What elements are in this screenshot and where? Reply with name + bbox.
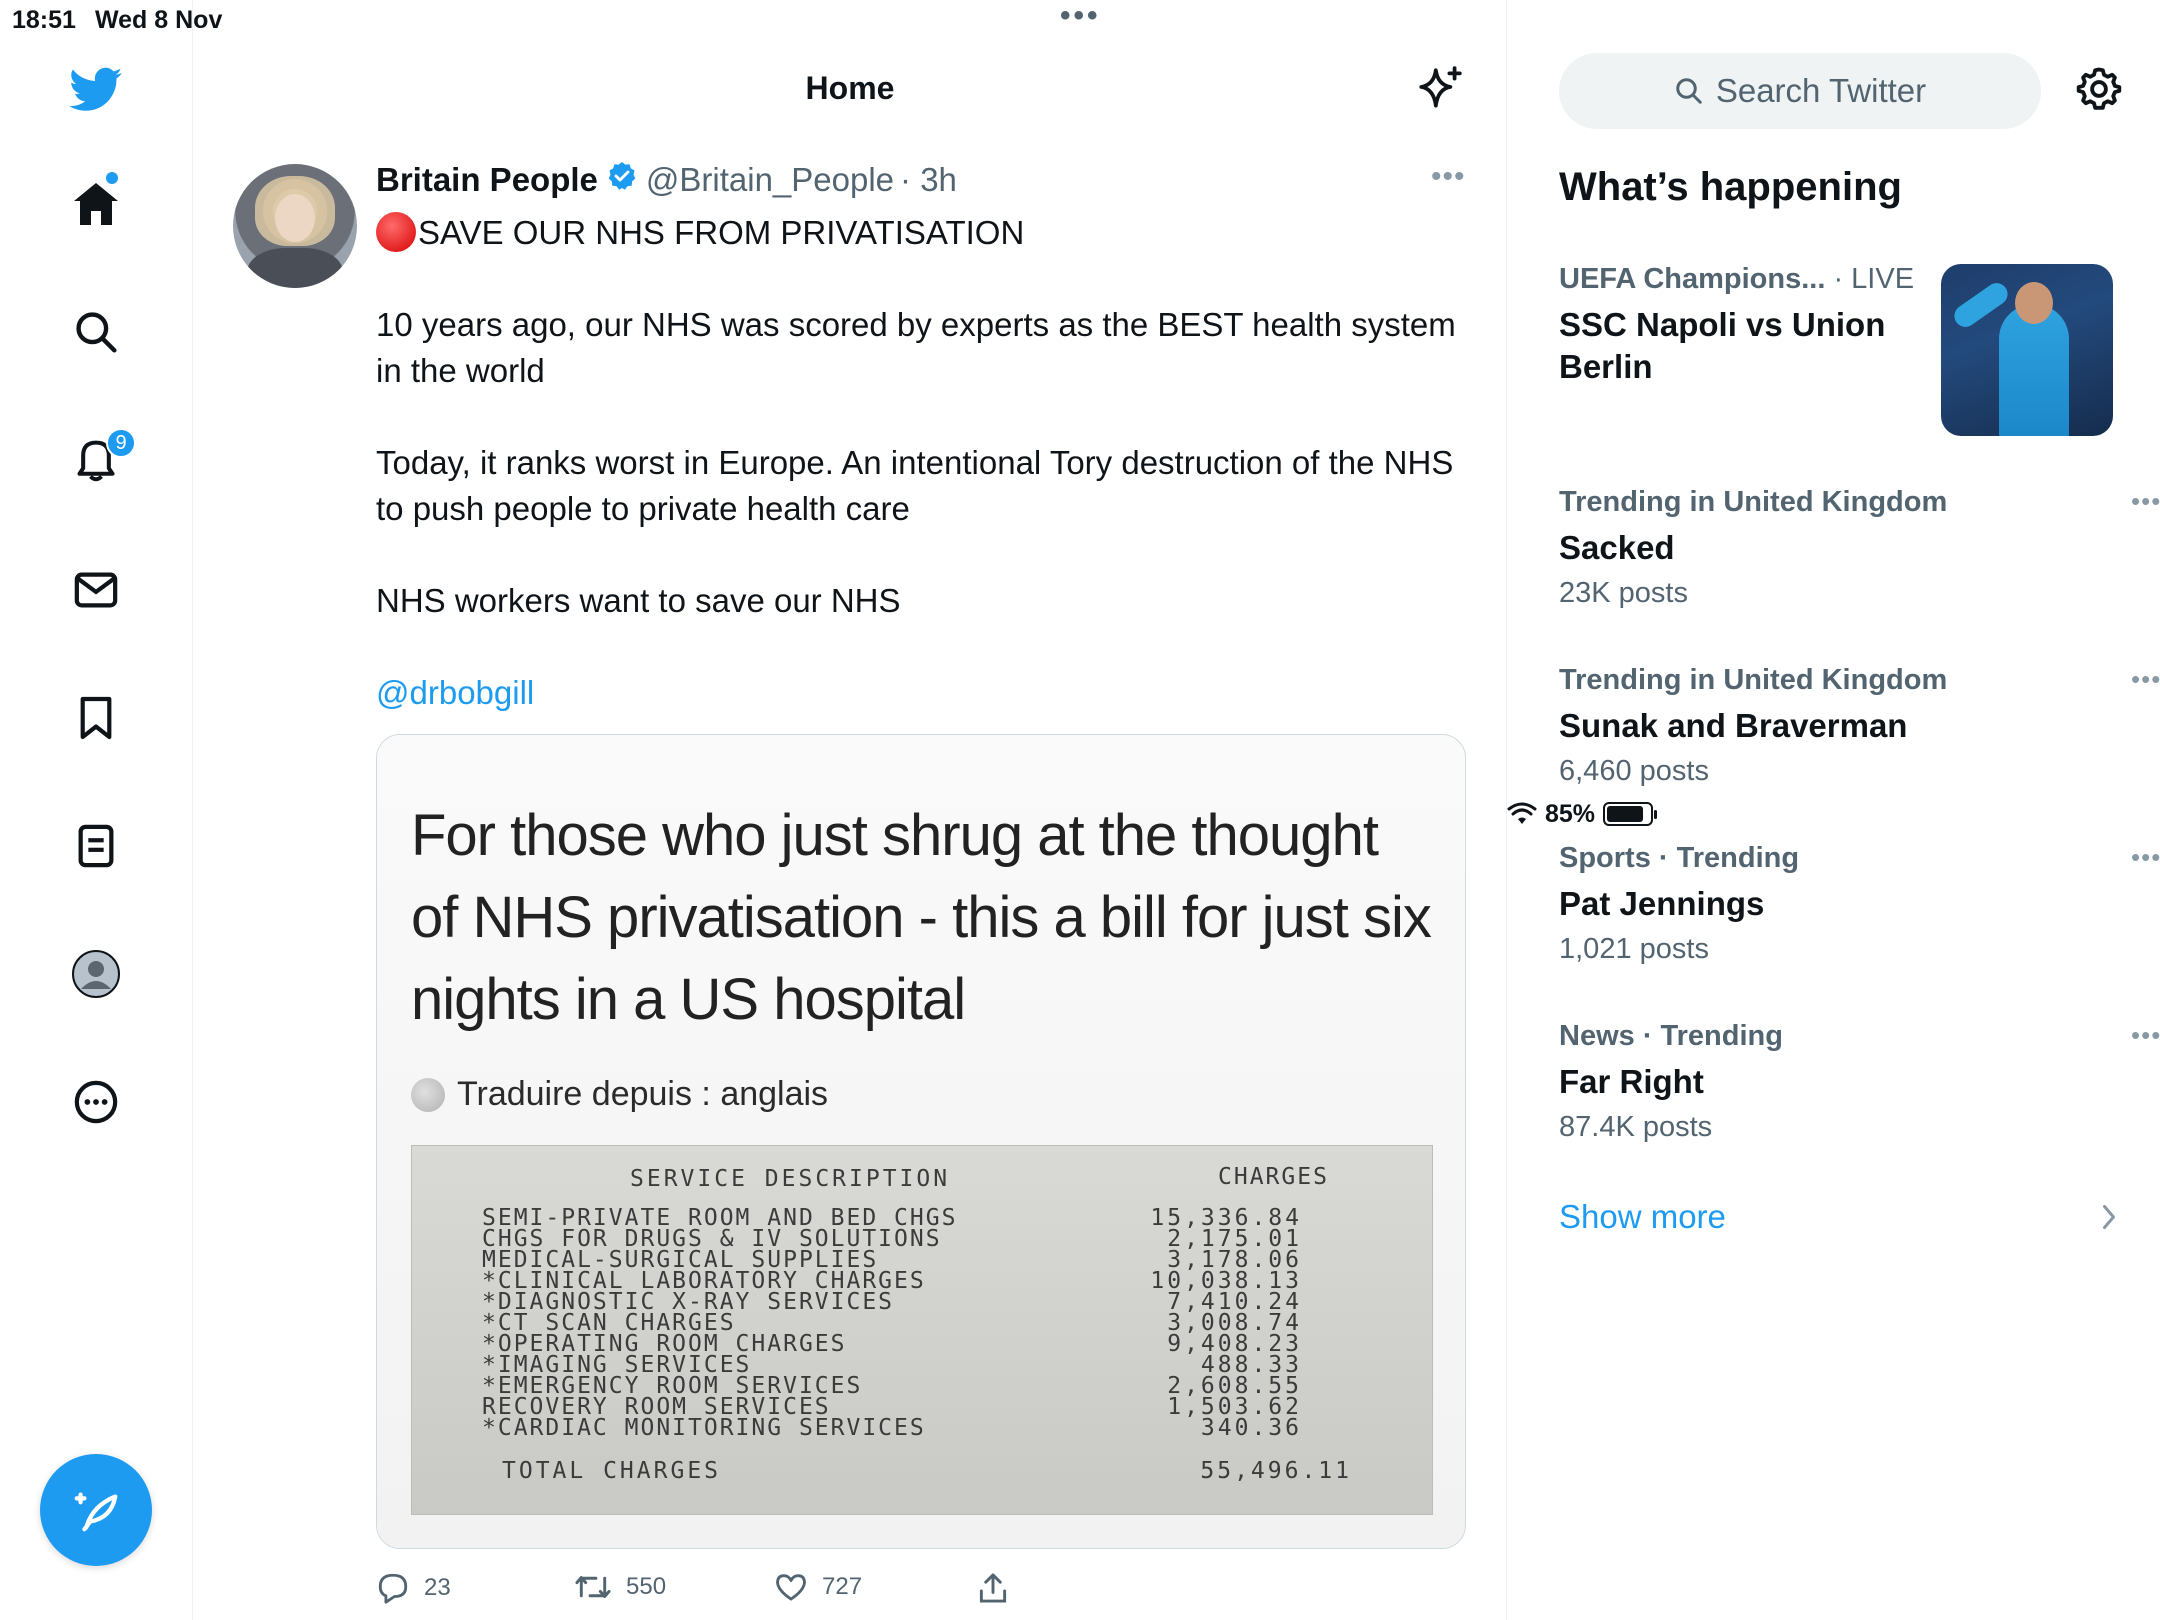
trend-count: 6,460 posts <box>1559 755 1709 787</box>
media-translate-text: Traduire depuis : anglais <box>457 1075 829 1113</box>
trend-item[interactable]: News · Trending Far Right 87.4K posts ••… <box>1559 1020 2160 1144</box>
verified-badge-icon <box>606 160 638 200</box>
top-tweets-sparkle-icon[interactable] <box>1415 64 1465 119</box>
tweet-headline: SAVE OUR NHS FROM PRIVATISATION <box>418 214 1025 251</box>
tweet-paragraph-3: NHS workers want to save our NHS <box>376 582 901 619</box>
twitter-logo-icon[interactable] <box>66 60 126 120</box>
mention-link[interactable]: @drbobgill <box>376 674 534 711</box>
tweet-author-row: Britain People @Britain_People · 3h <box>376 160 957 200</box>
compose-feather-icon <box>74 1492 118 1532</box>
main-timeline: Home Britain People @Britain_People · 3h… <box>193 0 1507 1620</box>
page-title: Home <box>805 70 895 106</box>
profile-avatar-icon[interactable] <box>66 944 126 1004</box>
retweet-button[interactable]: 550 <box>574 1572 666 1602</box>
media-translate-line: Traduire depuis : anglais <box>411 1075 828 1114</box>
live-trend-category: UEFA Champions... <box>1559 263 1826 295</box>
reply-icon <box>378 1573 408 1604</box>
tweet-more-icon[interactable]: ••• <box>1431 160 1466 194</box>
share-icon <box>979 1573 1007 1603</box>
app-root: 18:51 Wed 8 Nov ••• 85% 9 Home Britain P… <box>0 0 2160 1620</box>
right-sidebar: Search Twitter What’s happening UEFA Cha… <box>1507 0 2160 1620</box>
retweet-icon <box>575 1576 611 1598</box>
trend-more-icon[interactable]: ••• <box>2131 486 2160 517</box>
receipt-row: *CARDIAC MONITORING SERVICES 340.36 <box>482 1415 1302 1441</box>
notifications-badge: 9 <box>106 428 136 458</box>
whats-happening-heading: What’s happening <box>1559 165 1902 209</box>
receipt-total-label: TOTAL CHARGES <box>502 1458 722 1484</box>
trend-context: News · Trending <box>1559 1020 1783 1052</box>
heart-icon <box>776 1574 806 1601</box>
red-circle-emoji-icon <box>376 212 416 252</box>
tweet-actions-bar: 23 550 727 <box>376 1572 1466 1612</box>
trend-title: Sacked <box>1559 529 1675 566</box>
trend-more-icon[interactable]: ••• <box>2131 664 2160 695</box>
live-label: · LIVE <box>1833 263 1915 295</box>
tweet-media-image[interactable]: For those who just shrug at the thought … <box>376 734 1466 1549</box>
retweet-count: 550 <box>626 1573 667 1600</box>
receipt-rows: SEMI-PRIVATE ROOM AND BED CHGS 15,336.84 … <box>482 1207 1382 1441</box>
trend-title: Pat Jennings <box>1559 885 1765 922</box>
trend-count: 1,021 posts <box>1559 933 1709 965</box>
like-count: 727 <box>822 1573 863 1600</box>
like-button[interactable]: 727 <box>774 1572 862 1602</box>
more-options-icon[interactable] <box>66 1072 126 1132</box>
trend-more-icon[interactable]: ••• <box>2131 1020 2160 1051</box>
tweet-body: SAVE OUR NHS FROM PRIVATISATION 10 years… <box>376 210 1456 716</box>
trend-context: Trending in United Kingdom <box>1559 486 1948 518</box>
home-unread-dot <box>106 172 118 184</box>
show-more-link[interactable]: Show more <box>1559 1198 1726 1236</box>
receipt-header-description: SERVICE DESCRIPTION <box>630 1166 951 1192</box>
trend-item[interactable]: Sports · Trending Pat Jennings 1,021 pos… <box>1559 842 2160 966</box>
search-placeholder: Search Twitter <box>1715 72 1927 109</box>
trend-count: 87.4K posts <box>1559 1111 1713 1143</box>
live-trend-title: SSC Napoli vs Union Berlin <box>1559 306 1886 385</box>
tweet-paragraph-2: Today, it ranks worst in Europe. An inte… <box>376 444 1454 527</box>
tweet-paragraph-1: 10 years ago, our NHS was scored by expe… <box>376 306 1456 389</box>
globe-icon <box>411 1077 445 1112</box>
reply-button[interactable]: 23 <box>376 1572 451 1604</box>
author-handle[interactable]: @Britain_People <box>646 161 894 199</box>
compose-tweet-button[interactable] <box>40 1454 152 1566</box>
lists-icon[interactable] <box>66 816 126 876</box>
trend-item[interactable]: Trending in United Kingdom Sunak and Bra… <box>1559 664 2160 788</box>
trend-more-icon[interactable]: ••• <box>2131 842 2160 873</box>
trend-count: 23K posts <box>1559 577 1688 609</box>
tweet-time[interactable]: · 3h <box>900 161 957 199</box>
search-input[interactable]: Search Twitter <box>1559 53 2041 129</box>
trend-title: Far Right <box>1559 1063 1704 1100</box>
author-name[interactable]: Britain People <box>376 161 598 199</box>
home-icon[interactable] <box>66 174 126 234</box>
receipt-total-value: 55,496.11 <box>1200 1458 1352 1484</box>
search-icon <box>1676 78 1702 104</box>
search-nav-icon[interactable] <box>66 302 126 362</box>
share-button[interactable] <box>978 1572 1008 1604</box>
chevron-right-icon[interactable] <box>2099 1202 2119 1237</box>
settings-gear-icon[interactable] <box>2076 66 2122 117</box>
hospital-bill-receipt: SERVICE DESCRIPTION CHARGES SEMI-PRIVATE… <box>411 1145 1433 1515</box>
trend-context: Trending in United Kingdom <box>1559 664 1948 696</box>
media-heading-text: For those who just shrug at the thought … <box>411 803 1432 1032</box>
left-nav: 9 <box>0 0 193 1620</box>
receipt-header-charges: CHARGES <box>1218 1164 1329 1190</box>
bookmarks-icon[interactable] <box>66 688 126 748</box>
trend-context: Sports · Trending <box>1559 842 1800 874</box>
messages-envelope-icon[interactable] <box>66 560 126 620</box>
tweet-author-avatar[interactable] <box>233 164 357 288</box>
trend-title: Sunak and Braverman <box>1559 707 1908 744</box>
reply-count: 23 <box>424 1574 451 1601</box>
live-trend-thumbnail[interactable] <box>1941 264 2113 436</box>
trend-item[interactable]: Trending in United Kingdom Sacked 23K po… <box>1559 486 2160 610</box>
